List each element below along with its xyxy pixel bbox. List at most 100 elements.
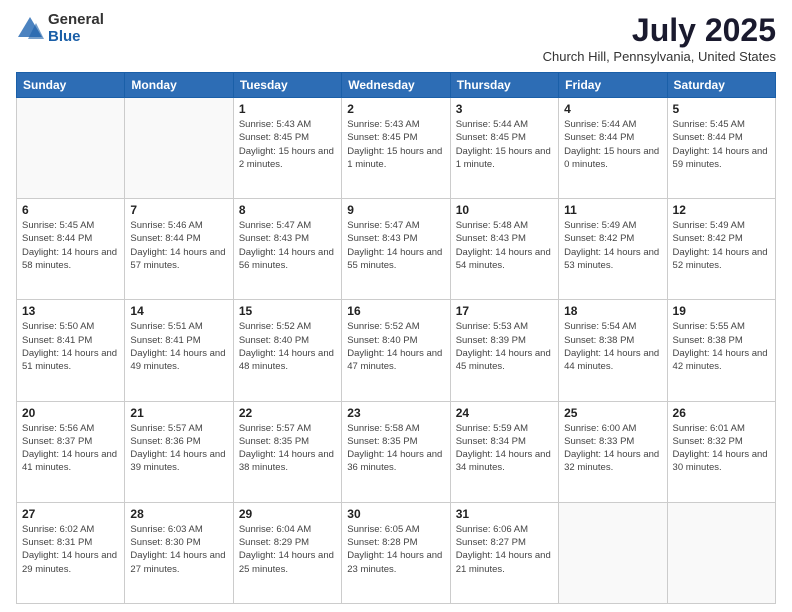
calendar-week-1: 1 Sunrise: 5:43 AM Sunset: 8:45 PM Daylig… bbox=[17, 98, 776, 199]
calendar-cell-w4-d1: 20 Sunrise: 5:56 AM Sunset: 8:37 PM Dayli… bbox=[17, 401, 125, 502]
calendar-cell-w3-d5: 17Sunrise: 5:53 AM Sunset: 8:39 PM Dayli… bbox=[450, 300, 558, 401]
day-number: 11 bbox=[564, 203, 661, 217]
calendar-week-2: 6Sunrise: 5:45 AM Sunset: 8:44 PM Daylig… bbox=[17, 199, 776, 300]
title-area: July 2025 Church Hill, Pennsylvania, Uni… bbox=[543, 12, 776, 64]
calendar-cell-w1-d4: 2 Sunrise: 5:43 AM Sunset: 8:45 PM Daylig… bbox=[342, 98, 450, 199]
calendar-cell-w2-d6: 11 Sunrise: 5:49 AM Sunset: 8:42 PM Dayli… bbox=[559, 199, 667, 300]
calendar-cell-w5-d2: 28Sunrise: 6:03 AM Sunset: 8:30 PM Dayli… bbox=[125, 502, 233, 603]
calendar-cell-w4-d2: 21Sunrise: 5:57 AM Sunset: 8:36 PM Dayli… bbox=[125, 401, 233, 502]
day-info: Sunrise: 5:43 AM Sunset: 8:45 PM Dayligh… bbox=[239, 118, 336, 171]
day-info: Sunrise: 6:01 AM Sunset: 8:32 PM Dayligh… bbox=[673, 422, 770, 475]
day-info: Sunrise: 6:03 AM Sunset: 8:30 PM Dayligh… bbox=[130, 523, 227, 576]
day-info: Sunrise: 5:44 AM Sunset: 8:44 PM Dayligh… bbox=[564, 118, 661, 171]
day-info: Sunrise: 5:47 AM Sunset: 8:43 PM Dayligh… bbox=[239, 219, 336, 272]
day-info: Sunrise: 5:48 AM Sunset: 8:43 PM Dayligh… bbox=[456, 219, 553, 272]
day-info: Sunrise: 5:52 AM Sunset: 8:40 PM Dayligh… bbox=[347, 320, 444, 373]
col-friday: Friday bbox=[559, 73, 667, 98]
day-info: Sunrise: 5:53 AM Sunset: 8:39 PM Dayligh… bbox=[456, 320, 553, 373]
calendar-cell-w4-d4: 23 Sunrise: 5:58 AM Sunset: 8:35 PM Dayli… bbox=[342, 401, 450, 502]
day-info: Sunrise: 5:45 AM Sunset: 8:44 PM Dayligh… bbox=[22, 219, 119, 272]
day-info: Sunrise: 5:56 AM Sunset: 8:37 PM Dayligh… bbox=[22, 422, 119, 475]
calendar-cell-w3-d6: 18 Sunrise: 5:54 AM Sunset: 8:38 PM Dayli… bbox=[559, 300, 667, 401]
day-info: Sunrise: 5:54 AM Sunset: 8:38 PM Dayligh… bbox=[564, 320, 661, 373]
day-info: Sunrise: 5:57 AM Sunset: 8:35 PM Dayligh… bbox=[239, 422, 336, 475]
calendar-cell-w5-d1: 27 Sunrise: 6:02 AM Sunset: 8:31 PM Dayli… bbox=[17, 502, 125, 603]
day-number: 15 bbox=[239, 304, 336, 318]
col-wednesday: Wednesday bbox=[342, 73, 450, 98]
header: General Blue July 2025 Church Hill, Penn… bbox=[16, 12, 776, 64]
day-info: Sunrise: 5:57 AM Sunset: 8:36 PM Dayligh… bbox=[130, 422, 227, 475]
day-info: Sunrise: 5:44 AM Sunset: 8:45 PM Dayligh… bbox=[456, 118, 553, 171]
day-info: Sunrise: 5:59 AM Sunset: 8:34 PM Dayligh… bbox=[456, 422, 553, 475]
calendar-cell-w2-d4: 9Sunrise: 5:47 AM Sunset: 8:43 PM Daylig… bbox=[342, 199, 450, 300]
calendar-cell-w3-d7: 19Sunrise: 5:55 AM Sunset: 8:38 PM Dayli… bbox=[667, 300, 775, 401]
calendar-cell-w4-d5: 24 Sunrise: 5:59 AM Sunset: 8:34 PM Dayli… bbox=[450, 401, 558, 502]
calendar-cell-w4-d3: 22 Sunrise: 5:57 AM Sunset: 8:35 PM Dayli… bbox=[233, 401, 341, 502]
calendar-week-5: 27 Sunrise: 6:02 AM Sunset: 8:31 PM Dayli… bbox=[17, 502, 776, 603]
day-number: 20 bbox=[22, 406, 119, 420]
calendar-cell-w2-d7: 12 Sunrise: 5:49 AM Sunset: 8:42 PM Dayli… bbox=[667, 199, 775, 300]
day-info: Sunrise: 5:51 AM Sunset: 8:41 PM Dayligh… bbox=[130, 320, 227, 373]
day-info: Sunrise: 5:52 AM Sunset: 8:40 PM Dayligh… bbox=[239, 320, 336, 373]
day-number: 31 bbox=[456, 507, 553, 521]
day-info: Sunrise: 5:55 AM Sunset: 8:38 PM Dayligh… bbox=[673, 320, 770, 373]
calendar-cell-w3-d1: 13Sunrise: 5:50 AM Sunset: 8:41 PM Dayli… bbox=[17, 300, 125, 401]
day-number: 1 bbox=[239, 102, 336, 116]
logo: General Blue bbox=[16, 12, 104, 45]
day-number: 14 bbox=[130, 304, 227, 318]
calendar-cell-w1-d1 bbox=[17, 98, 125, 199]
col-saturday: Saturday bbox=[667, 73, 775, 98]
calendar-week-3: 13Sunrise: 5:50 AM Sunset: 8:41 PM Dayli… bbox=[17, 300, 776, 401]
calendar-cell-w1-d7: 5 Sunrise: 5:45 AM Sunset: 8:44 PM Daylig… bbox=[667, 98, 775, 199]
day-number: 4 bbox=[564, 102, 661, 116]
col-tuesday: Tuesday bbox=[233, 73, 341, 98]
day-number: 3 bbox=[456, 102, 553, 116]
logo-text: General Blue bbox=[48, 12, 104, 45]
day-number: 2 bbox=[347, 102, 444, 116]
day-number: 7 bbox=[130, 203, 227, 217]
day-number: 30 bbox=[347, 507, 444, 521]
calendar-cell-w5-d3: 29 Sunrise: 6:04 AM Sunset: 8:29 PM Dayli… bbox=[233, 502, 341, 603]
calendar-cell-w1-d6: 4 Sunrise: 5:44 AM Sunset: 8:44 PM Daylig… bbox=[559, 98, 667, 199]
calendar-cell-w1-d3: 1 Sunrise: 5:43 AM Sunset: 8:45 PM Daylig… bbox=[233, 98, 341, 199]
day-info: Sunrise: 5:45 AM Sunset: 8:44 PM Dayligh… bbox=[673, 118, 770, 171]
day-number: 25 bbox=[564, 406, 661, 420]
calendar-table: Sunday Monday Tuesday Wednesday Thursday… bbox=[16, 72, 776, 604]
day-info: Sunrise: 6:04 AM Sunset: 8:29 PM Dayligh… bbox=[239, 523, 336, 576]
day-info: Sunrise: 5:49 AM Sunset: 8:42 PM Dayligh… bbox=[564, 219, 661, 272]
col-thursday: Thursday bbox=[450, 73, 558, 98]
day-number: 24 bbox=[456, 406, 553, 420]
calendar-cell-w4-d7: 26Sunrise: 6:01 AM Sunset: 8:32 PM Dayli… bbox=[667, 401, 775, 502]
day-number: 16 bbox=[347, 304, 444, 318]
calendar-cell-w4-d6: 25Sunrise: 6:00 AM Sunset: 8:33 PM Dayli… bbox=[559, 401, 667, 502]
day-number: 8 bbox=[239, 203, 336, 217]
main-title: July 2025 bbox=[543, 12, 776, 49]
day-number: 27 bbox=[22, 507, 119, 521]
calendar-cell-w2-d2: 7 Sunrise: 5:46 AM Sunset: 8:44 PM Daylig… bbox=[125, 199, 233, 300]
day-info: Sunrise: 5:43 AM Sunset: 8:45 PM Dayligh… bbox=[347, 118, 444, 171]
day-number: 23 bbox=[347, 406, 444, 420]
calendar-cell-w3-d4: 16 Sunrise: 5:52 AM Sunset: 8:40 PM Dayli… bbox=[342, 300, 450, 401]
calendar-cell-w5-d6 bbox=[559, 502, 667, 603]
subtitle: Church Hill, Pennsylvania, United States bbox=[543, 49, 776, 64]
calendar-cell-w2-d1: 6Sunrise: 5:45 AM Sunset: 8:44 PM Daylig… bbox=[17, 199, 125, 300]
day-number: 12 bbox=[673, 203, 770, 217]
day-info: Sunrise: 6:05 AM Sunset: 8:28 PM Dayligh… bbox=[347, 523, 444, 576]
day-number: 22 bbox=[239, 406, 336, 420]
calendar-cell-w1-d5: 3 Sunrise: 5:44 AM Sunset: 8:45 PM Daylig… bbox=[450, 98, 558, 199]
calendar-week-4: 20 Sunrise: 5:56 AM Sunset: 8:37 PM Dayli… bbox=[17, 401, 776, 502]
logo-blue-text: Blue bbox=[48, 29, 104, 46]
day-info: Sunrise: 5:46 AM Sunset: 8:44 PM Dayligh… bbox=[130, 219, 227, 272]
day-info: Sunrise: 5:47 AM Sunset: 8:43 PM Dayligh… bbox=[347, 219, 444, 272]
day-number: 18 bbox=[564, 304, 661, 318]
calendar-cell-w2-d5: 10Sunrise: 5:48 AM Sunset: 8:43 PM Dayli… bbox=[450, 199, 558, 300]
col-monday: Monday bbox=[125, 73, 233, 98]
day-info: Sunrise: 5:49 AM Sunset: 8:42 PM Dayligh… bbox=[673, 219, 770, 272]
day-number: 5 bbox=[673, 102, 770, 116]
day-info: Sunrise: 6:02 AM Sunset: 8:31 PM Dayligh… bbox=[22, 523, 119, 576]
calendar-cell-w5-d7 bbox=[667, 502, 775, 603]
col-sunday: Sunday bbox=[17, 73, 125, 98]
day-info: Sunrise: 5:58 AM Sunset: 8:35 PM Dayligh… bbox=[347, 422, 444, 475]
day-number: 29 bbox=[239, 507, 336, 521]
logo-icon bbox=[16, 15, 44, 43]
